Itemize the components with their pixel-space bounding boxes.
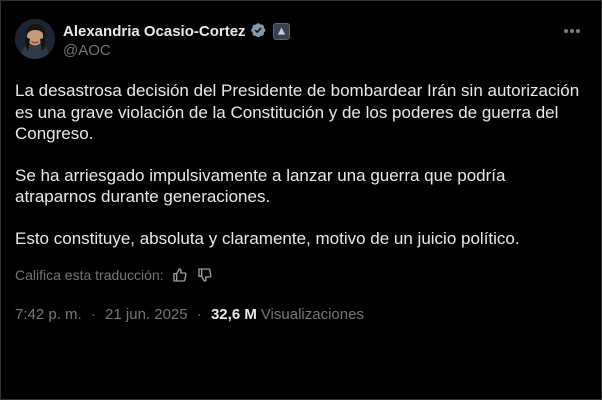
tweet-date[interactable]: 21 jun. 2025 — [105, 306, 188, 323]
thumbs-down-icon[interactable] — [197, 266, 214, 283]
more-options-icon[interactable] — [561, 21, 583, 41]
meta-separator: · — [196, 306, 202, 323]
tweet-paragraph: La desastrosa decisión del Presidente de… — [15, 81, 580, 143]
translation-rating: Califica esta traducción: — [15, 266, 214, 283]
tweet-paragraph: Se ha arriesgado impulsivamente a lanzar… — [15, 165, 506, 207]
tweet-text: La desastrosa decisión del Presidente de… — [15, 80, 585, 269]
government-badge-icon[interactable] — [272, 22, 290, 40]
thumbs-up-icon[interactable] — [172, 266, 189, 283]
tweet-card: Alexandria Ocasio-Cortez @AOC La desastr… — [0, 0, 602, 400]
avatar-image — [15, 19, 55, 59]
tweet-time[interactable]: 7:42 p. m. — [15, 306, 82, 323]
views-label: Visualizaciones — [260, 306, 364, 323]
rate-translation-label: Califica esta traducción: — [15, 266, 164, 283]
tweet-paragraph: Esto constituye, absoluta y claramente, … — [15, 228, 520, 248]
verified-badge-icon[interactable] — [250, 22, 268, 40]
tweet-meta: 7:42 p. m. · 21 jun. 2025 · 32,6 M Visual… — [15, 306, 364, 323]
meta-separator: · — [90, 306, 96, 323]
author-name-row: Alexandria Ocasio-Cortez — [63, 21, 290, 41]
avatar[interactable] — [15, 19, 55, 59]
author-handle[interactable]: @AOC — [63, 42, 111, 59]
views-count: 32,6 M — [210, 306, 257, 323]
author-name[interactable]: Alexandria Ocasio-Cortez — [63, 23, 246, 40]
